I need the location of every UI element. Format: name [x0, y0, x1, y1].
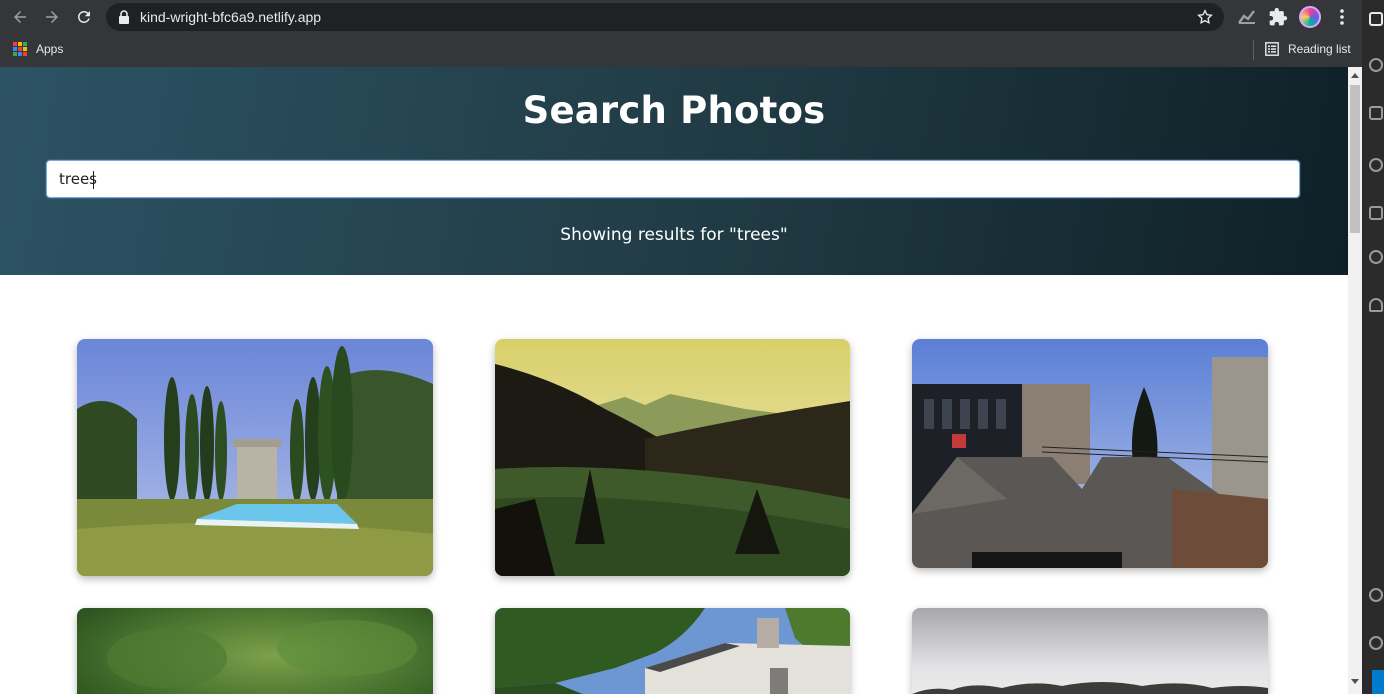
results-prefix: Showing results for: [560, 225, 729, 245]
reading-list-icon[interactable]: [1265, 42, 1279, 56]
devtools-remote-icon[interactable]: [1369, 250, 1383, 264]
url-text: kind-wright-bfc6a9.netlify.app: [140, 9, 322, 25]
photo-misty-treeline: [912, 608, 1268, 694]
more-vert-icon[interactable]: [1334, 8, 1350, 26]
chart-extension-icon[interactable]: [1237, 7, 1257, 27]
profile-avatar[interactable]: [1299, 6, 1321, 28]
devtools-docker-icon[interactable]: [1369, 298, 1383, 312]
photo-card-blurred-foliage[interactable]: [77, 608, 433, 694]
devtools-account-icon[interactable]: [1369, 588, 1383, 602]
page-viewport: Search Photos Showing results for "trees…: [0, 67, 1348, 694]
back-button[interactable]: [8, 5, 32, 29]
apps-grid-icon[interactable]: [13, 42, 27, 56]
devtools-branch-icon[interactable]: [1369, 106, 1383, 120]
star-icon[interactable]: [1196, 8, 1214, 26]
bookmarks-divider: [1253, 40, 1254, 60]
devtools-settings-icon[interactable]: [1369, 636, 1383, 650]
photo-card-green-hills[interactable]: [495, 339, 850, 576]
photo-green-hills: [495, 339, 850, 576]
devtools-extensions-icon[interactable]: [1369, 206, 1383, 220]
devtools-search-icon[interactable]: [1369, 58, 1383, 72]
photo-blurred-foliage: [77, 608, 433, 694]
address-bar[interactable]: kind-wright-bfc6a9.netlify.app: [106, 3, 1224, 31]
scroll-up-arrow[interactable]: [1351, 73, 1359, 78]
puzzle-icon[interactable]: [1268, 7, 1288, 27]
photo-house-trees: [495, 608, 850, 694]
search-input[interactable]: [46, 160, 1300, 198]
scroll-thumb[interactable]: [1350, 85, 1360, 233]
devtools-debug-icon[interactable]: [1369, 158, 1383, 172]
bookmarks-bar: Apps Reading list: [0, 35, 1362, 67]
reading-list-button[interactable]: Reading list: [1288, 42, 1351, 56]
apps-bookmark[interactable]: Apps: [36, 42, 63, 56]
page-scrollbar[interactable]: [1348, 67, 1362, 694]
photo-cypress-pool: [77, 339, 433, 576]
arrow-right-icon: [46, 11, 58, 23]
search-header: Search Photos Showing results for "trees…: [0, 67, 1348, 275]
browser-toolbar: kind-wright-bfc6a9.netlify.app: [0, 0, 1362, 35]
photo-card-buildings-tree[interactable]: [912, 339, 1268, 568]
browser-chrome: kind-wright-bfc6a9.netlify.app Apps Read…: [0, 0, 1362, 67]
results-query: "trees": [729, 225, 788, 245]
page-title: Search Photos: [522, 89, 826, 132]
results-summary: Showing results for "trees": [0, 225, 1348, 245]
lock-icon: [119, 10, 129, 24]
scroll-down-arrow[interactable]: [1351, 679, 1359, 684]
photo-card-misty-treeline[interactable]: [912, 608, 1268, 694]
photo-buildings-tree: [912, 339, 1268, 568]
devtools-edge-strip: [1362, 0, 1384, 694]
arrow-left-icon: [14, 11, 26, 23]
devtools-panel-icon[interactable]: [1369, 12, 1383, 26]
text-caret: [93, 171, 94, 189]
reload-icon: [77, 10, 90, 23]
photo-card-cypress-pool[interactable]: [77, 339, 433, 576]
forward-button[interactable]: [40, 5, 64, 29]
reload-button[interactable]: [72, 5, 96, 29]
photo-card-house-trees[interactable]: [495, 608, 850, 694]
devtools-status-bar: [1372, 670, 1384, 694]
